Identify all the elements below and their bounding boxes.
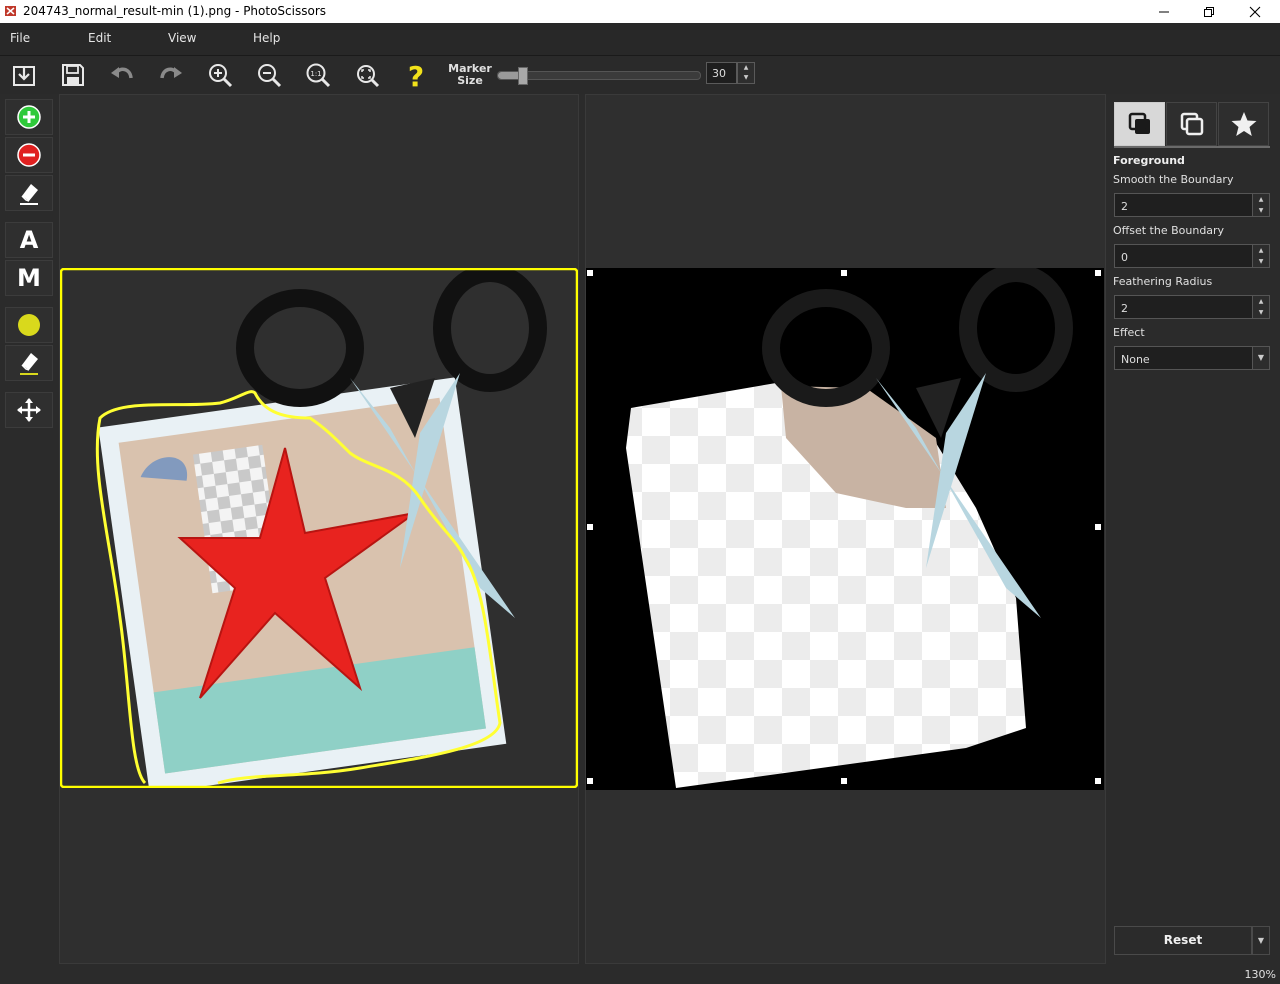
mark-foreground-tool[interactable] <box>5 99 53 135</box>
window-title: 204743_normal_result-min (1).png - Photo… <box>23 4 326 18</box>
offset-input[interactable]: 0 <box>1114 244 1253 268</box>
restore-icon <box>1204 6 1214 17</box>
zoom-in-button[interactable] <box>202 58 238 92</box>
reset-button[interactable]: Reset <box>1114 926 1252 955</box>
auto-mode-tool[interactable]: A <box>5 222 53 258</box>
save-button[interactable] <box>55 58 91 92</box>
undo-button[interactable] <box>104 58 140 92</box>
offset-label: Offset the Boundary <box>1113 224 1225 237</box>
boundary-eraser-icon <box>20 353 38 375</box>
tab-background[interactable] <box>1166 102 1217 146</box>
reset-dropdown-button[interactable]: ▼ <box>1252 926 1270 955</box>
zoom-actual-icon: 1:1 <box>306 63 331 88</box>
zoom-fit-button[interactable] <box>349 58 385 92</box>
marker-size-input[interactable]: 30 <box>706 62 737 84</box>
smooth-label: Smooth the Boundary <box>1113 173 1234 186</box>
marker-size-spinner[interactable]: ▲ ▼ <box>737 62 755 84</box>
resize-handle-bottom-right[interactable] <box>1094 777 1102 785</box>
redo-icon <box>160 67 182 79</box>
boundary-marker-tool[interactable] <box>5 307 53 343</box>
tab-effects[interactable] <box>1218 102 1269 146</box>
zoom-in-icon <box>209 64 233 88</box>
menu-help[interactable]: Help <box>253 31 280 45</box>
feather-input[interactable]: 2 <box>1114 295 1253 319</box>
menu-bar: File Edit View Help <box>0 23 1280 56</box>
resize-handle-left[interactable] <box>586 523 594 531</box>
menu-file[interactable]: File <box>10 31 30 45</box>
source-artwork <box>60 268 578 788</box>
effects-tab-icon <box>1231 112 1256 136</box>
minimize-button[interactable] <box>1141 0 1187 23</box>
effect-dropdown-arrow[interactable]: ▼ <box>1252 346 1270 370</box>
resize-handle-bottom-left[interactable] <box>586 777 594 785</box>
auto-mode-label: A <box>19 226 39 254</box>
resize-handle-bottom[interactable] <box>840 777 848 785</box>
menu-view[interactable]: View <box>168 31 196 45</box>
move-icon <box>17 398 41 422</box>
feather-spinner[interactable]: ▲ ▼ <box>1252 295 1270 319</box>
svg-text:?: ? <box>408 61 424 89</box>
minimize-icon <box>1159 11 1169 12</box>
help-button[interactable]: ? <box>398 58 434 92</box>
title-bar: 204743_normal_result-min (1).png - Photo… <box>0 0 1280 23</box>
zoom-actual-button[interactable]: 1:1 <box>300 58 336 92</box>
open-icon <box>13 66 35 86</box>
eraser-tool[interactable] <box>5 175 53 211</box>
marker-size-slider[interactable] <box>497 67 701 85</box>
move-tool[interactable] <box>5 392 53 428</box>
resize-handle-top-left[interactable] <box>586 269 594 277</box>
menu-edit[interactable]: Edit <box>88 31 111 45</box>
app-icon <box>5 6 16 16</box>
remove-marker-icon <box>17 143 41 167</box>
close-button[interactable] <box>1232 0 1278 23</box>
result-image[interactable] <box>586 268 1104 790</box>
foreground-tab-icon <box>1128 112 1150 134</box>
eraser-icon <box>20 184 38 205</box>
svg-text:1:1: 1:1 <box>310 70 321 78</box>
manual-mode-tool[interactable]: M <box>5 260 53 296</box>
resize-handle-right[interactable] <box>1094 523 1102 531</box>
source-image[interactable] <box>60 268 578 788</box>
boundary-eraser-tool[interactable] <box>5 345 53 381</box>
zoom-fit-icon <box>357 65 380 88</box>
zoom-out-button[interactable] <box>251 58 287 92</box>
feather-label: Feathering Radius <box>1113 275 1213 288</box>
marker-label-line2: Size <box>457 74 483 87</box>
mark-background-tool[interactable] <box>5 137 53 173</box>
restore-button[interactable] <box>1186 0 1232 23</box>
smooth-input[interactable]: 2 <box>1114 193 1253 217</box>
boundary-marker-icon <box>18 314 40 336</box>
tab-underline <box>1114 146 1270 148</box>
result-artwork <box>586 268 1104 790</box>
effect-select[interactable]: None <box>1114 346 1253 370</box>
smooth-spinner[interactable]: ▲ ▼ <box>1252 193 1270 217</box>
tab-foreground[interactable] <box>1114 102 1165 146</box>
redo-button[interactable] <box>153 58 189 92</box>
add-marker-icon <box>17 105 41 129</box>
marker-size-label: Marker Size <box>447 63 493 87</box>
resize-handle-top-right[interactable] <box>1094 269 1102 277</box>
background-tab-icon <box>1180 112 1203 136</box>
offset-spinner[interactable]: ▲ ▼ <box>1252 244 1270 268</box>
manual-mode-label: M <box>17 264 41 292</box>
save-icon <box>62 64 84 86</box>
zoom-out-icon <box>258 64 282 88</box>
zoom-level: 130% <box>1244 968 1276 981</box>
help-icon: ? <box>408 61 424 89</box>
open-button[interactable] <box>6 58 42 92</box>
effect-label: Effect <box>1113 326 1145 339</box>
close-icon <box>1249 6 1261 17</box>
section-title: Foreground <box>1113 154 1185 167</box>
marker-size-thumb[interactable] <box>518 67 529 85</box>
resize-handle-top[interactable] <box>840 269 848 277</box>
undo-icon <box>111 67 133 79</box>
